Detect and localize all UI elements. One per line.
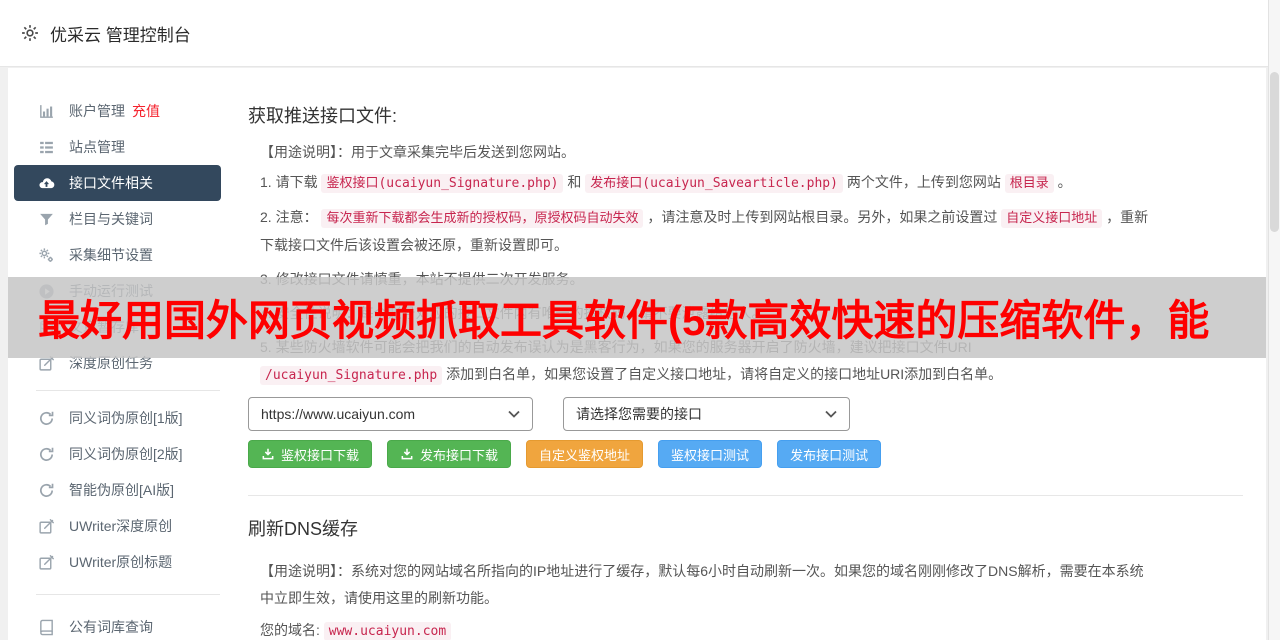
refresh-icon — [38, 446, 55, 463]
sidebar-item-public-thesaurus[interactable]: 公有词库查询 — [8, 609, 248, 640]
app-title: 优采云 管理控制台 — [50, 21, 191, 46]
sidebar-item-label: 栏目与关键词 — [69, 209, 153, 229]
domain-value: www.ucaiyun.com — [324, 622, 451, 640]
code-snippet: /ucaiyun_Signature.php — [260, 366, 442, 385]
book-icon — [38, 619, 55, 636]
sidebar-item-sites[interactable]: 站点管理 — [8, 129, 248, 165]
gears-icon — [38, 247, 55, 264]
code-snippet: 每次重新下载都会生成新的授权码，原授权码自动失效 — [321, 209, 643, 228]
cloud-upload-icon — [38, 175, 55, 192]
instruction-step-1: 1. 请下载 鉴权接口(ucaiyun_Signature.php) 和 发布接… — [260, 169, 1150, 197]
text-run: 两个文件，上传到您网站 — [843, 174, 1005, 190]
site-select-value: https://www.ucaiyun.com — [261, 406, 415, 422]
button-row: 鉴权接口下载 发布接口下载 自定义鉴权地址 鉴权接口测试 发布接口测试 — [248, 440, 1253, 468]
sidebar-item-interface-files[interactable]: 接口文件相关 — [14, 165, 221, 201]
text-run: 和 — [563, 174, 585, 190]
sidebar-item-synonym-v1[interactable]: 同义词伪原创[1版] — [8, 400, 248, 436]
dns-section-title: 刷新DNS缓存 — [248, 518, 1253, 540]
refresh-icon — [38, 482, 55, 499]
text-run: 添加到白名单，如果您设置了自定义接口地址，请将自定义的接口地址URI添加到白名单… — [442, 366, 1002, 382]
domain-line: 您的域名: www.ucaiyun.com — [260, 618, 1253, 640]
button-label: 鉴权接口测试 — [671, 445, 749, 464]
gear-icon — [20, 23, 40, 43]
recharge-badge[interactable]: 充值 — [132, 101, 160, 121]
code-snippet: 发布接口(ucaiyun_Savearticle.php) — [585, 174, 843, 193]
sidebar-item-label: UWriter深度原创 — [69, 516, 172, 536]
sidebar-item-collect-settings[interactable]: 采集细节设置 — [8, 237, 248, 273]
code-snippet: 自定义接口地址 — [1001, 209, 1102, 228]
download-icon — [261, 447, 275, 461]
banner-text: 最好用国外网页视频抓取工具软件(5款高效快速的压缩软件，能 — [38, 287, 1209, 348]
code-snippet: 根目录 — [1005, 174, 1054, 193]
chevron-down-icon — [508, 410, 520, 418]
sidebar-item-label: 同义词伪原创[2版] — [69, 444, 183, 464]
sidebar-item-ai-rewrite[interactable]: 智能伪原创[AI版] — [8, 472, 248, 508]
button-label: 自定义鉴权地址 — [539, 445, 630, 464]
usage-note: 【用途说明】：用于文章采集完毕后发送到您网站。 — [260, 143, 1253, 162]
sidebar-divider — [36, 390, 220, 391]
edit-icon — [38, 554, 55, 571]
sidebar-item-label: 站点管理 — [69, 137, 125, 157]
custom-auth-address-button[interactable]: 自定义鉴权地址 — [526, 440, 643, 468]
api-select-placeholder: 请选择您需要的接口 — [576, 404, 702, 424]
sidebar-item-label: 接口文件相关 — [69, 173, 153, 193]
scrollbar[interactable] — [1268, 0, 1280, 640]
button-label: 鉴权接口下载 — [281, 445, 359, 464]
text-run: ，请注意及时上传到网站根目录。另外，如果之前设置过 — [643, 209, 1001, 225]
site-list-icon — [38, 139, 55, 156]
download-signature-button[interactable]: 鉴权接口下载 — [248, 440, 372, 468]
sidebar-item-label: 同义词伪原创[1版] — [69, 408, 183, 428]
sidebar-item-label: 采集细节设置 — [69, 245, 153, 265]
sidebar-item-columns-keywords[interactable]: 栏目与关键词 — [8, 201, 248, 237]
sidebar-item-label: 公有词库查询 — [69, 617, 153, 637]
scrollbar-thumb[interactable] — [1270, 72, 1279, 232]
app-header: 优采云 管理控制台 — [0, 0, 1268, 67]
domain-label: 您的域名: — [260, 622, 324, 638]
download-icon — [400, 447, 414, 461]
edit-icon — [38, 518, 55, 535]
refresh-icon — [38, 410, 55, 427]
sidebar-item-synonym-v2[interactable]: 同义词伪原创[2版] — [8, 436, 248, 472]
section-divider — [248, 495, 1243, 496]
site-select[interactable]: https://www.ucaiyun.com — [248, 397, 533, 431]
button-label: 发布接口下载 — [420, 445, 498, 464]
dns-usage-note: 【用途说明】：系统对您的网站域名所指向的IP地址进行了缓存，默认每6小时自动刷新… — [260, 558, 1150, 612]
sidebar-item-label: 智能伪原创[AI版] — [69, 480, 174, 500]
button-label: 发布接口测试 — [790, 445, 868, 464]
sidebar-item-uwriter-deep[interactable]: UWriter深度原创 — [8, 508, 248, 544]
sidebar-item-label: UWriter原创标题 — [69, 552, 172, 572]
code-snippet: 鉴权接口(ucaiyun_Signature.php) — [321, 174, 563, 193]
sidebar-divider — [36, 594, 220, 595]
instruction-step-2: 2. 注意： 每次重新下载都会生成新的授权码，原授权码自动失效 ，请注意及时上传… — [260, 204, 1150, 259]
filter-icon — [38, 211, 55, 228]
app-window: 优采云 管理控制台 账户管理 充值 站点管理 — [0, 0, 1280, 640]
chart-icon — [38, 103, 55, 120]
sidebar-item-label: 账户管理 — [69, 101, 125, 121]
text-run: 。 — [1054, 174, 1072, 190]
test-signature-button[interactable]: 鉴权接口测试 — [658, 440, 762, 468]
sidebar-item-uwriter-title[interactable]: UWriter原创标题 — [8, 544, 248, 580]
api-select[interactable]: 请选择您需要的接口 — [563, 397, 850, 431]
test-publish-button[interactable]: 发布接口测试 — [777, 440, 881, 468]
sidebar-item-account[interactable]: 账户管理 充值 — [8, 93, 248, 129]
text-run: 1. 请下载 — [260, 174, 321, 190]
download-publish-button[interactable]: 发布接口下载 — [387, 440, 511, 468]
overlay-banner: 最好用国外网页视频抓取工具软件(5款高效快速的压缩软件，能 — [8, 277, 1266, 358]
text-run: 2. 注意： — [260, 209, 321, 225]
page-title: 获取推送接口文件: — [248, 105, 1253, 127]
select-row: https://www.ucaiyun.com 请选择您需要的接口 — [248, 397, 1253, 431]
chevron-down-icon — [825, 410, 837, 418]
